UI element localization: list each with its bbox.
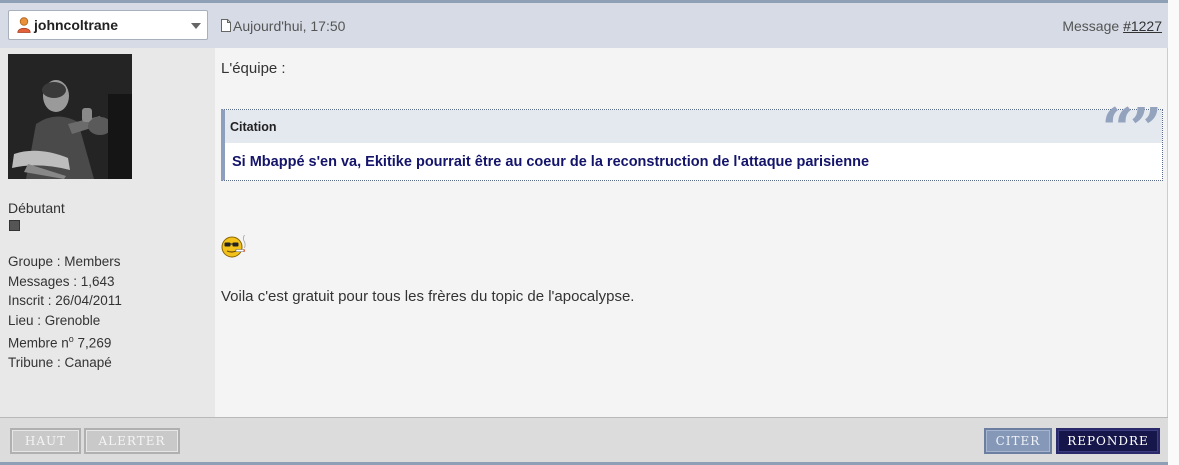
- post-date: Aujourd'hui, 17:50: [233, 18, 346, 34]
- user-menu-dropdown[interactable]: johncoltrane: [8, 10, 208, 40]
- quote-block: Citation “” Si Mbappé s'en va, Ekitike p…: [221, 96, 1163, 181]
- user-rank: Débutant: [8, 200, 65, 216]
- author-sidebar: Débutant Groupe : Members Messages : 1,6…: [0, 48, 215, 417]
- post-body-text: Voila c'est gratuit pour tous les frères…: [221, 288, 635, 305]
- quote-button[interactable]: CITER: [984, 428, 1052, 454]
- back-to-top-button[interactable]: HAUT: [10, 428, 81, 454]
- quote-header: Citation “”: [225, 96, 1162, 162]
- post-header: johncoltrane Aujourd'hui, 17:50 Message …: [0, 3, 1168, 48]
- chevron-down-icon: [191, 23, 201, 29]
- rank-pip-icon: [9, 220, 20, 231]
- stat-tribune: Tribune : Canapé: [8, 355, 112, 370]
- message-label: Message #1227: [1062, 18, 1162, 34]
- reply-button[interactable]: REPONDRE: [1056, 428, 1160, 454]
- avatar[interactable]: [8, 54, 132, 179]
- user-stats: Groupe : Members Messages : 1,643 Inscri…: [8, 252, 122, 373]
- report-button[interactable]: ALERTER: [84, 428, 180, 454]
- stat-group: Groupe : Members: [8, 254, 121, 269]
- page-right-edge: [1168, 0, 1179, 465]
- document-icon: [221, 19, 231, 32]
- quote-text: Si Mbappé s'en va, Ekitike pourrait être…: [232, 154, 870, 170]
- message-prefix: Message: [1062, 18, 1124, 34]
- quote-icon: “”: [1101, 96, 1162, 162]
- username: johncoltrane: [34, 17, 119, 33]
- post-footer: HAUT ALERTER CITER REPONDRE: [0, 417, 1168, 465]
- post-intro: L'équipe :: [221, 60, 286, 77]
- avatar-image: [8, 54, 132, 179]
- member-prefix: Membre n: [8, 335, 69, 351]
- quote-label: Citation: [230, 120, 277, 134]
- message-permalink[interactable]: #1227: [1123, 18, 1162, 34]
- user-icon: [17, 17, 31, 33]
- smiley-smoking-icon: [221, 234, 246, 258]
- forum-post: johncoltrane Aujourd'hui, 17:50 Message …: [0, 0, 1168, 465]
- stat-joined: Inscrit : 26/04/2011: [8, 293, 122, 308]
- stat-messages: Messages : 1,643: [8, 273, 115, 289]
- stat-member-number: Membre no 7,269: [8, 330, 122, 353]
- stat-location: Lieu : Grenoble: [8, 312, 101, 328]
- member-number: 7,269: [73, 335, 112, 351]
